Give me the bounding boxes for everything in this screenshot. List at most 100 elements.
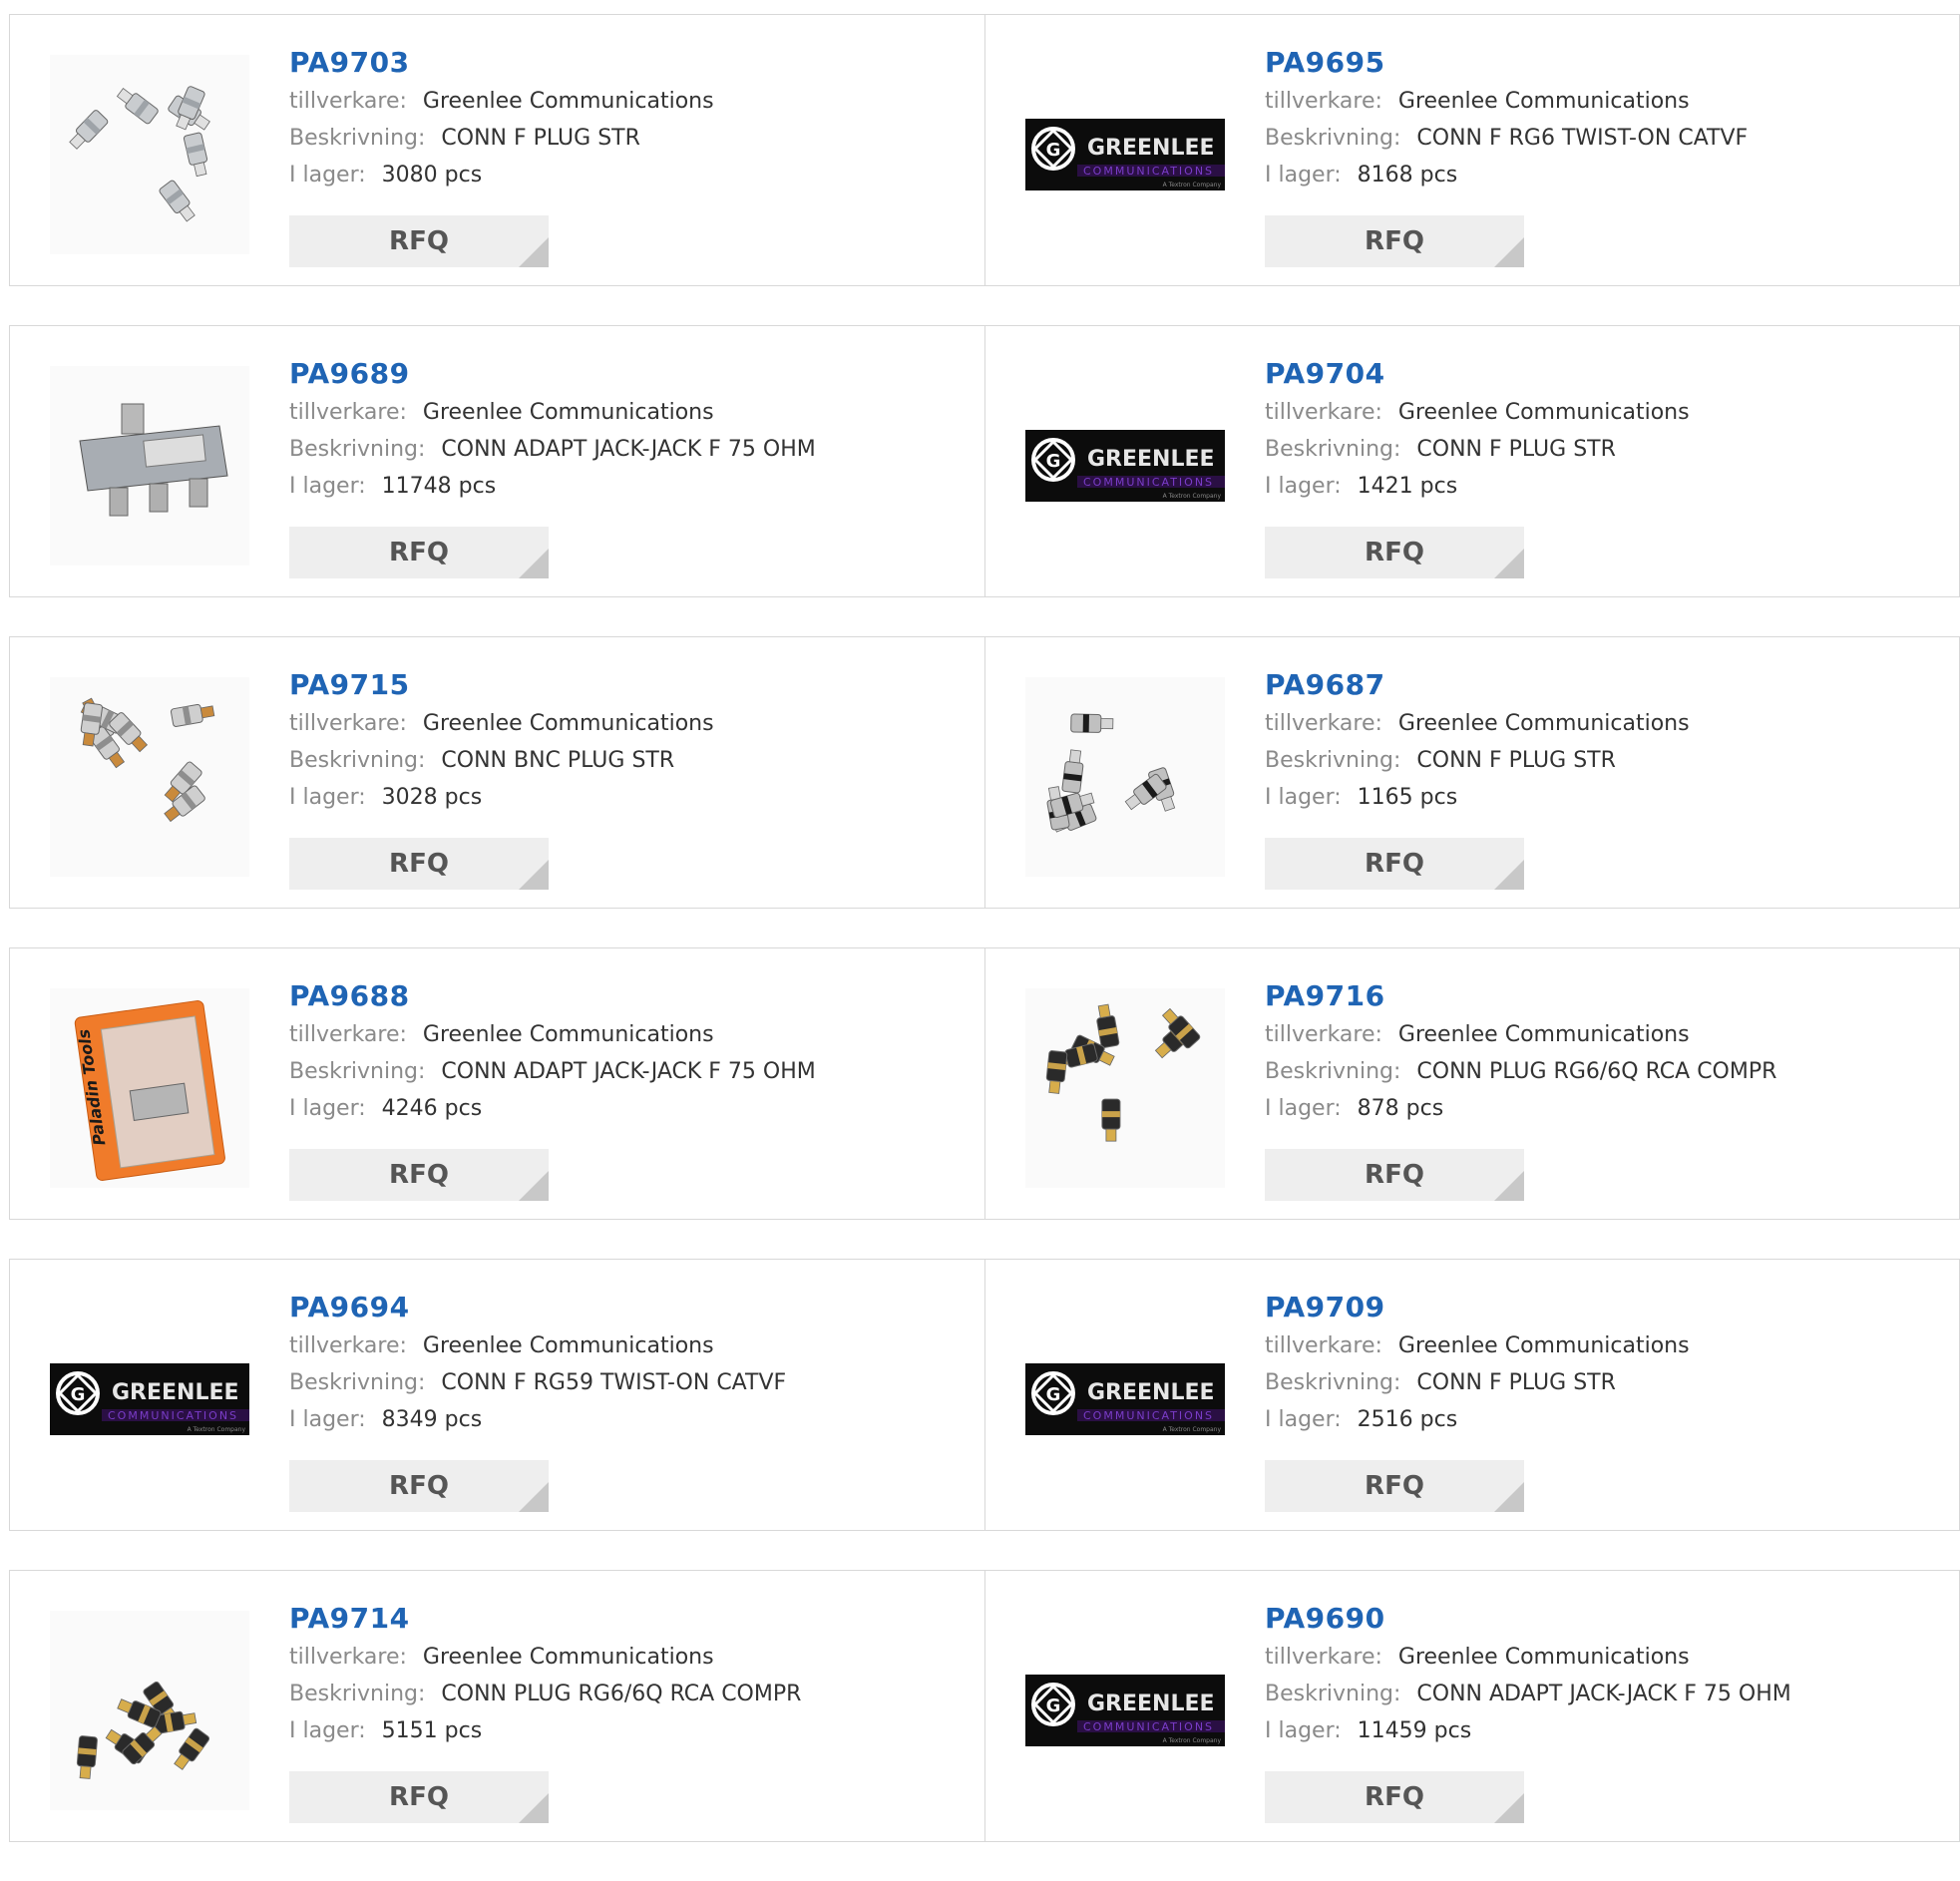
part-number-link[interactable]: PA9715	[289, 665, 714, 705]
description-value: CONN PLUG RG6/6Q RCA COMPR	[1416, 1059, 1777, 1084]
stock-label: I lager:	[1265, 1096, 1342, 1121]
rfq-button-label: RFQ	[1365, 1782, 1424, 1812]
greenlee-logo-icon: G GREENLEE COMMUNICATIONS A Textron Comp…	[1025, 119, 1225, 190]
product-image[interactable]: Paladin Tools	[50, 988, 249, 1188]
product-info: PA9695 tillverkare: Greenlee Communicatio…	[1265, 43, 1748, 193]
description-value: CONN F PLUG STR	[1416, 1370, 1616, 1395]
description-value: CONN F RG59 TWIST-ON CATVF	[441, 1370, 787, 1395]
part-number-link[interactable]: PA9714	[289, 1599, 801, 1639]
rfq-button-label: RFQ	[389, 226, 449, 256]
product-image[interactable]	[1025, 677, 1225, 877]
svg-text:G: G	[1046, 140, 1061, 161]
stock-label: I lager:	[289, 785, 366, 810]
part-number-link[interactable]: PA9716	[1265, 976, 1776, 1016]
stock-value: 3080 pcs	[381, 163, 483, 188]
part-number-link[interactable]: PA9695	[1265, 43, 1748, 83]
greenlee-logo-icon: G GREENLEE COMMUNICATIONS A Textron Comp…	[1025, 1675, 1225, 1746]
stock-row: I lager: 8349 pcs	[289, 1401, 786, 1438]
product-image[interactable]	[50, 55, 249, 254]
logo-sub-text: COMMUNICATIONS	[1083, 1720, 1214, 1733]
corner-fold-icon	[519, 237, 549, 267]
manufacturer-label: tillverkare:	[289, 1333, 407, 1358]
stock-row: I lager: 11459 pcs	[1265, 1712, 1791, 1749]
stock-row: I lager: 1165 pcs	[1265, 779, 1690, 816]
description-row: Beskrivning: CONN BNC PLUG STR	[289, 742, 714, 779]
product-image[interactable]: G GREENLEE COMMUNICATIONS A Textron Comp…	[50, 1300, 249, 1499]
manufacturer-value: Greenlee Communications	[422, 1333, 714, 1358]
description-label: Beskrivning:	[1265, 126, 1401, 151]
rfq-button[interactable]: RFQ	[289, 527, 549, 578]
product-image[interactable]: G GREENLEE COMMUNICATIONS A Textron Comp…	[1025, 1300, 1225, 1499]
part-number-link[interactable]: PA9704	[1265, 354, 1690, 394]
product-grid: PA9703 tillverkare: Greenlee Communicatio…	[9, 14, 1960, 1881]
product-image[interactable]	[1025, 988, 1225, 1188]
description-label: Beskrivning:	[289, 1370, 426, 1395]
product-image[interactable]: G GREENLEE COMMUNICATIONS A Textron Comp…	[1025, 366, 1225, 565]
stock-row: I lager: 8168 pcs	[1265, 157, 1748, 193]
logo-sub-text: COMMUNICATIONS	[1083, 476, 1214, 489]
product-info: PA9688 tillverkare: Greenlee Communicatio…	[289, 976, 816, 1127]
stock-row: I lager: 11748 pcs	[289, 468, 816, 505]
description-row: Beskrivning: CONN ADAPT JACK-JACK F 75 OH…	[289, 431, 816, 468]
product-image[interactable]	[50, 366, 249, 565]
part-number-link[interactable]: PA9694	[289, 1288, 786, 1327]
product-image[interactable]	[50, 677, 249, 877]
product-image[interactable]: G GREENLEE COMMUNICATIONS A Textron Comp…	[1025, 1611, 1225, 1810]
rfq-button[interactable]: RFQ	[1265, 1771, 1524, 1823]
product-info: PA9714 tillverkare: Greenlee Communicatio…	[289, 1599, 801, 1749]
stock-label: I lager:	[1265, 785, 1342, 810]
product-row: PA9715 tillverkare: Greenlee Communicatio…	[9, 636, 1960, 909]
manufacturer-row: tillverkare: Greenlee Communications	[1265, 1639, 1791, 1676]
rfq-button[interactable]: RFQ	[289, 838, 549, 890]
description-row: Beskrivning: CONN F PLUG STR	[1265, 431, 1690, 468]
product-row: Paladin Tools PA9688 tillverkare: Greenle…	[9, 947, 1960, 1220]
description-label: Beskrivning:	[1265, 1370, 1401, 1395]
rfq-button[interactable]: RFQ	[289, 215, 549, 267]
manufacturer-row: tillverkare: Greenlee Communications	[289, 1639, 801, 1676]
product-row: PA9703 tillverkare: Greenlee Communicatio…	[9, 14, 1960, 286]
part-number-link[interactable]: PA9703	[289, 43, 714, 83]
product-info: PA9687 tillverkare: Greenlee Communicatio…	[1265, 665, 1690, 816]
description-label: Beskrivning:	[1265, 748, 1401, 773]
rfq-button[interactable]: RFQ	[1265, 215, 1524, 267]
rfq-button[interactable]: RFQ	[1265, 527, 1524, 578]
rfq-button[interactable]: RFQ	[289, 1149, 549, 1201]
manufacturer-label: tillverkare:	[289, 89, 407, 114]
svg-text:G: G	[1046, 451, 1061, 472]
part-number-link[interactable]: PA9709	[1265, 1288, 1690, 1327]
manufacturer-label: tillverkare:	[1265, 1333, 1382, 1358]
corner-fold-icon	[1494, 1482, 1524, 1512]
description-row: Beskrivning: CONN F RG6 TWIST-ON CATVF	[1265, 120, 1748, 157]
rfq-button-label: RFQ	[1365, 1471, 1424, 1501]
description-label: Beskrivning:	[289, 1682, 426, 1706]
rfq-button[interactable]: RFQ	[1265, 1460, 1524, 1512]
greenlee-logo-icon: G GREENLEE COMMUNICATIONS A Textron Comp…	[50, 1363, 249, 1435]
rfq-button[interactable]: RFQ	[1265, 1149, 1524, 1201]
product-card: PA9716 tillverkare: Greenlee Communicatio…	[984, 948, 1959, 1219]
description-label: Beskrivning:	[289, 748, 426, 773]
product-image[interactable]: G GREENLEE COMMUNICATIONS A Textron Comp…	[1025, 55, 1225, 254]
product-card: G GREENLEE COMMUNICATIONS A Textron Comp…	[984, 326, 1959, 596]
greenlee-logo-icon: G GREENLEE COMMUNICATIONS A Textron Comp…	[1025, 430, 1225, 502]
part-number-link[interactable]: PA9687	[1265, 665, 1690, 705]
rfq-button-label: RFQ	[389, 538, 449, 567]
rfq-button[interactable]: RFQ	[289, 1771, 549, 1823]
greenlee-logo-icon: G GREENLEE COMMUNICATIONS A Textron Comp…	[1025, 1363, 1225, 1435]
product-info: PA9704 tillverkare: Greenlee Communicatio…	[1265, 354, 1690, 505]
rfq-button[interactable]: RFQ	[289, 1460, 549, 1512]
product-image[interactable]	[50, 1611, 249, 1810]
description-row: Beskrivning: CONN ADAPT JACK-JACK F 75 OH…	[1265, 1676, 1791, 1712]
manufacturer-value: Greenlee Communications	[1397, 400, 1690, 425]
corner-fold-icon	[519, 549, 549, 578]
rfq-button-label: RFQ	[1365, 849, 1424, 879]
part-number-link[interactable]: PA9688	[289, 976, 816, 1016]
corner-fold-icon	[519, 860, 549, 890]
product-card: G GREENLEE COMMUNICATIONS A Textron Comp…	[10, 1260, 984, 1530]
manufacturer-row: tillverkare: Greenlee Communications	[1265, 1016, 1776, 1053]
description-row: Beskrivning: CONN F PLUG STR	[1265, 742, 1690, 779]
rfq-button[interactable]: RFQ	[1265, 838, 1524, 890]
logo-sub-text: COMMUNICATIONS	[108, 1409, 238, 1422]
part-number-link[interactable]: PA9689	[289, 354, 816, 394]
product-card: PA9689 tillverkare: Greenlee Communicatio…	[10, 326, 984, 596]
part-number-link[interactable]: PA9690	[1265, 1599, 1791, 1639]
